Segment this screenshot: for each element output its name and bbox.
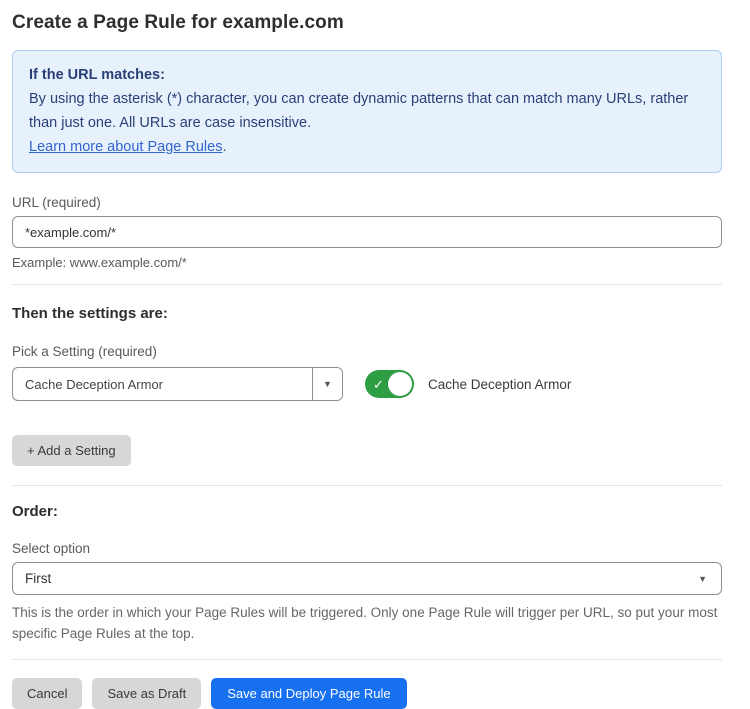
- url-example-hint: Example: www.example.com/*: [12, 255, 722, 270]
- url-input[interactable]: [12, 216, 722, 248]
- footer-actions: Cancel Save as Draft Save and Deploy Pag…: [12, 678, 722, 709]
- divider: [12, 284, 722, 285]
- setting-row: Cache Deception Armor ▼ ✓ Cache Deceptio…: [12, 367, 722, 401]
- save-and-deploy-button[interactable]: Save and Deploy Page Rule: [211, 678, 406, 709]
- setting-select[interactable]: Cache Deception Armor ▼: [12, 367, 343, 401]
- toggle-knob: [388, 372, 412, 396]
- order-select[interactable]: First ▼: [12, 562, 722, 595]
- checkmark-icon: ✓: [373, 378, 384, 391]
- setting-select-arrow-button[interactable]: ▼: [312, 368, 342, 400]
- chevron-down-icon: ▼: [323, 379, 332, 389]
- url-field-label: URL (required): [12, 195, 722, 210]
- toggle-setting-label: Cache Deception Armor: [428, 377, 571, 392]
- setting-toggle-group: ✓ Cache Deception Armor: [365, 370, 571, 398]
- link-period: .: [222, 139, 226, 155]
- info-box-heading: If the URL matches:: [29, 63, 705, 87]
- url-matches-info-box: If the URL matches: By using the asteris…: [12, 50, 722, 173]
- order-select-label: Select option: [12, 541, 722, 556]
- divider: [12, 659, 722, 660]
- info-box-link-line: Learn more about Page Rules.: [29, 135, 705, 159]
- learn-more-link[interactable]: Learn more about Page Rules: [29, 139, 222, 155]
- page-title: Create a Page Rule for example.com: [12, 12, 722, 34]
- save-as-draft-button[interactable]: Save as Draft: [92, 678, 201, 709]
- cancel-button[interactable]: Cancel: [12, 678, 82, 709]
- setting-toggle[interactable]: ✓: [365, 370, 414, 398]
- setting-select-value: Cache Deception Armor: [13, 368, 312, 400]
- divider: [12, 485, 722, 486]
- chevron-down-icon: ▼: [698, 574, 707, 584]
- pick-setting-label: Pick a Setting (required): [12, 344, 722, 359]
- settings-section-heading: Then the settings are:: [12, 305, 722, 322]
- order-section-heading: Order:: [12, 503, 722, 520]
- add-setting-button[interactable]: + Add a Setting: [12, 435, 131, 466]
- order-help-text: This is the order in which your Page Rul…: [12, 603, 722, 645]
- info-box-body: By using the asterisk (*) character, you…: [29, 87, 705, 135]
- order-select-value: First: [25, 571, 51, 586]
